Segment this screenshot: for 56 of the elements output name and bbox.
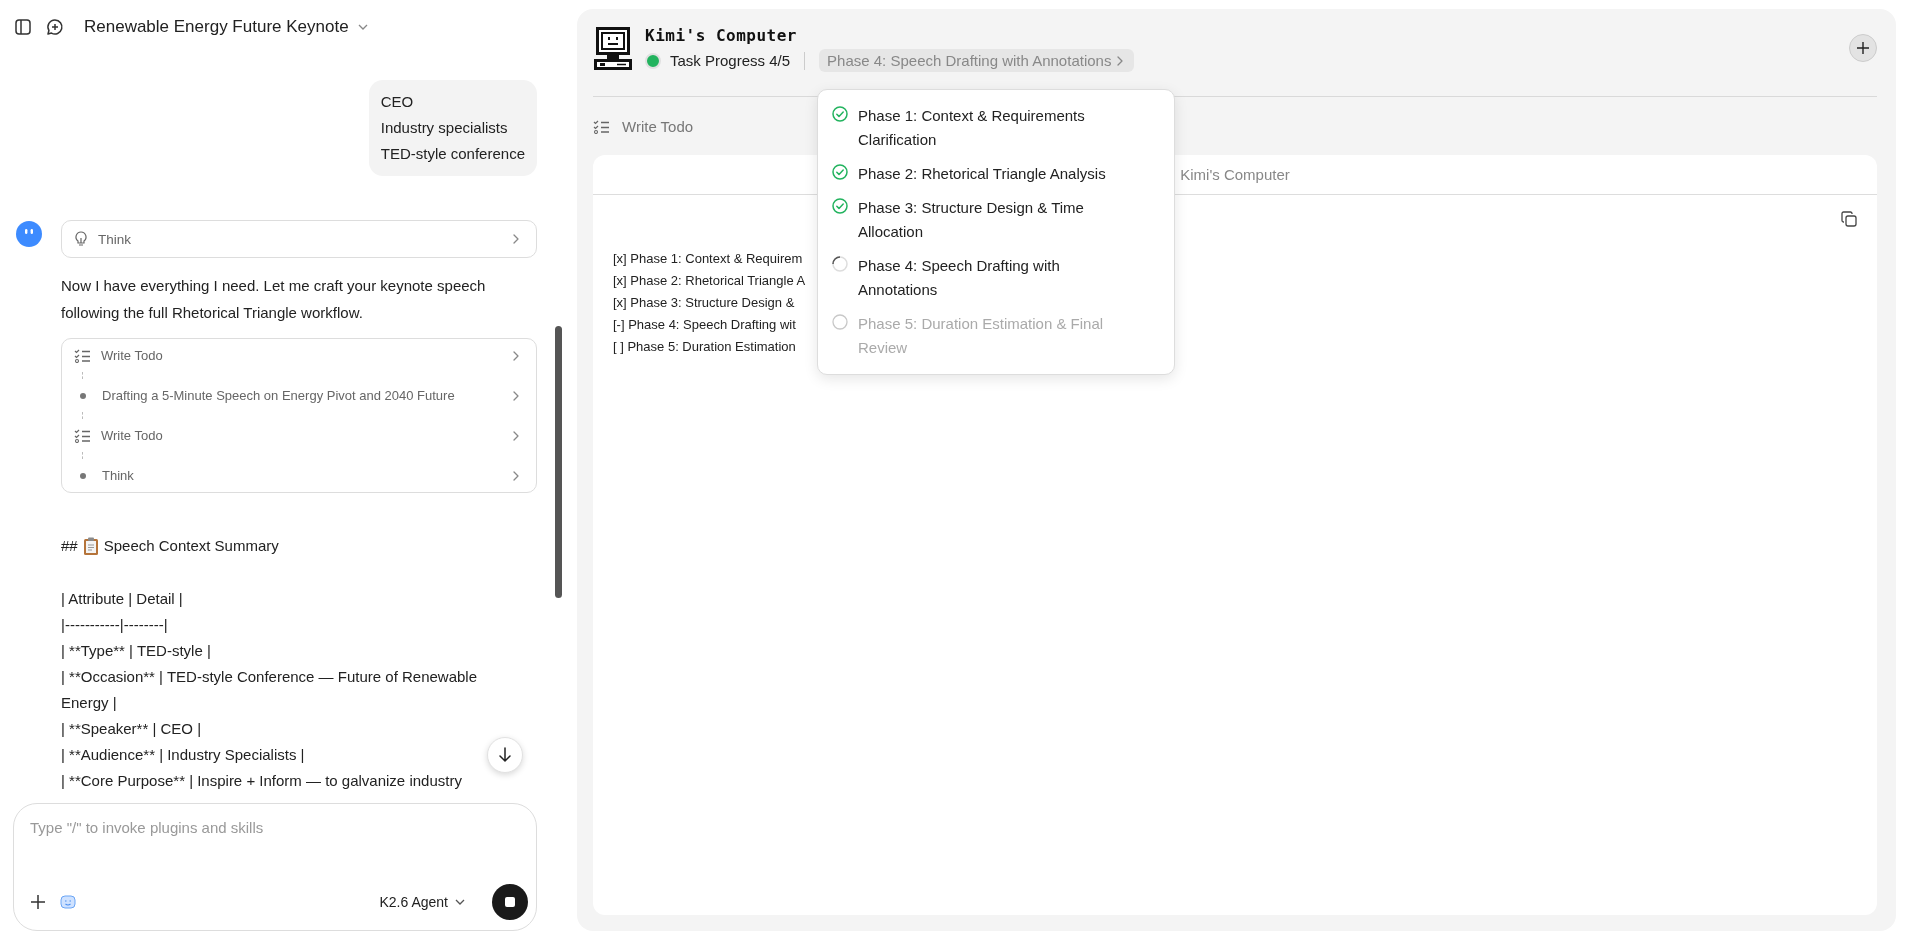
markdown-line: | **Occasion** | TED-style Conference — Future of Renewable Energy | bbox=[61, 666, 479, 713]
step-label[interactable]: Drafting a 5-Minute Speech on Energy Pivot and 2040 Future bbox=[102, 388, 455, 403]
copy-icon bbox=[1841, 211, 1857, 227]
scrollbar-thumb[interactable] bbox=[555, 326, 562, 598]
message-line: CEO bbox=[380, 92, 415, 112]
message-composer[interactable]: Type "/" to invoke plugins and skills K2.6 Agent bbox=[13, 803, 537, 931]
phase-item[interactable]: Phase 2: Rhetorical Triangle Analysis bbox=[858, 162, 1106, 186]
task-progress: Task Progress 4/5 bbox=[645, 52, 791, 69]
bullet-icon bbox=[80, 472, 86, 479]
retro-computer-icon bbox=[593, 24, 633, 72]
scroll-down-button[interactable] bbox=[487, 737, 523, 773]
arrow-down-icon bbox=[498, 747, 512, 763]
markdown-line: |-----------|--------| bbox=[61, 614, 168, 635]
assistant-avatar bbox=[15, 220, 43, 248]
chat-title[interactable]: Renewable Energy Future Keynote bbox=[84, 17, 349, 37]
checklist-icon bbox=[593, 118, 610, 134]
step-label[interactable]: Think bbox=[102, 468, 134, 483]
add-button[interactable] bbox=[30, 894, 46, 910]
phase-item[interactable]: Phase 3: Structure Design & Time Allocation bbox=[858, 196, 1120, 244]
markdown-line: | **Core Purpose** | Inspire + Inform — to galvanize industry bbox=[61, 770, 462, 791]
checklist-icon bbox=[74, 428, 91, 443]
robot-face-icon bbox=[60, 894, 76, 910]
heading-text: Speech Context Summary bbox=[103, 536, 279, 556]
markdown-line: | **Audience** | Industry Specialists | bbox=[61, 744, 305, 765]
markdown-line: | **Speaker** | CEO | bbox=[61, 718, 202, 739]
panel-title: Kimi's Computer bbox=[645, 26, 798, 45]
new-chat-icon[interactable] bbox=[46, 18, 64, 36]
todo-line: [x] Phase 3: Structure Design & bbox=[613, 294, 795, 312]
step-label[interactable]: Write Todo bbox=[101, 348, 163, 363]
stop-icon bbox=[504, 896, 516, 908]
step-label[interactable]: Write Todo bbox=[101, 428, 163, 443]
clipboard-icon bbox=[82, 536, 99, 556]
phase-item[interactable]: Phase 1: Context & Requirements Clarification bbox=[858, 104, 1120, 152]
message-line: Industry specialists bbox=[380, 118, 509, 138]
checklist-icon bbox=[74, 348, 91, 363]
todo-line: [ ] Phase 5: Duration Estimation bbox=[613, 338, 796, 356]
stop-button[interactable] bbox=[492, 884, 528, 920]
phase-item[interactable]: Phase 4: Speech Drafting with Annotations bbox=[858, 254, 1120, 302]
plus-icon bbox=[30, 894, 46, 910]
heading-marker: ## bbox=[61, 536, 78, 556]
sidebar-toggle-icon[interactable] bbox=[14, 18, 32, 36]
think-step[interactable]: Think bbox=[61, 220, 537, 258]
todo-line: [x] Phase 1: Context & Requirem bbox=[613, 250, 803, 268]
message-line: TED-style conference bbox=[380, 144, 525, 164]
todo-line: [x] Phase 2: Rhetorical Triangle A bbox=[613, 272, 806, 290]
markdown-line: | Attribute | Detail | bbox=[61, 588, 183, 609]
card-title: Kimi's Computer bbox=[1180, 166, 1290, 183]
todo-line: [-] Phase 4: Speech Drafting wit bbox=[613, 316, 796, 334]
lightbulb-icon bbox=[74, 231, 88, 247]
copy-button[interactable] bbox=[1841, 211, 1857, 227]
bullet-icon bbox=[80, 392, 86, 399]
reply-paragraph: Now I have everything I need. Let me craft your keynote speech following the full Rhetorical Triangle workflow. bbox=[61, 276, 487, 323]
model-selector[interactable]: K2.6 Agent bbox=[375, 890, 470, 914]
markdown-line: | **Type** | TED-style | bbox=[61, 640, 211, 661]
tool-name: Write Todo bbox=[622, 117, 694, 135]
collapse-button[interactable] bbox=[1849, 34, 1877, 62]
